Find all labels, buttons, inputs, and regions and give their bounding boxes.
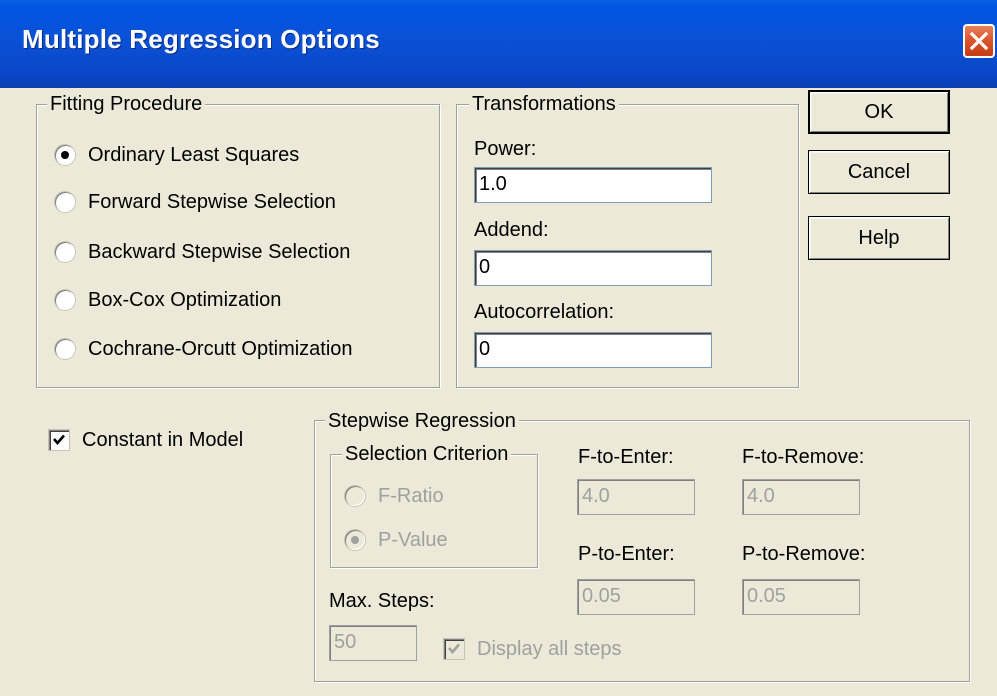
power-input[interactable]: 1.0 — [474, 167, 712, 203]
radio-ordinary-least-squares[interactable]: Ordinary Least Squares — [55, 140, 299, 170]
radio-button-icon — [55, 192, 75, 212]
radio-backward-stepwise[interactable]: Backward Stepwise Selection — [55, 237, 350, 267]
max-steps-input[interactable]: 50 — [329, 625, 417, 661]
f-to-remove-label: F-to-Remove: — [742, 446, 865, 468]
radio-cochrane-orcutt[interactable]: Cochrane-Orcutt Optimization — [55, 334, 353, 364]
addend-input[interactable]: 0 — [474, 250, 712, 286]
display-all-steps-checkbox[interactable]: Display all steps — [444, 635, 622, 663]
cancel-button[interactable]: Cancel — [808, 150, 950, 194]
autocorrelation-input[interactable]: 0 — [474, 332, 712, 368]
checkbox-icon — [444, 639, 464, 659]
ok-button[interactable]: OK — [808, 90, 950, 134]
checkmark-icon — [53, 434, 65, 445]
checkmark-icon — [448, 643, 460, 654]
radio-button-icon — [55, 339, 75, 359]
help-button[interactable]: Help — [808, 216, 950, 260]
radio-button-icon — [55, 290, 75, 310]
radio-f-ratio[interactable]: F-Ratio — [345, 481, 444, 511]
transformations-legend: Transformations — [469, 93, 619, 115]
stepwise-regression-legend: Stepwise Regression — [325, 410, 519, 432]
radio-button-icon — [55, 242, 75, 262]
radio-button-icon — [55, 145, 75, 165]
selection-criterion-legend: Selection Criterion — [342, 443, 512, 465]
p-to-enter-label: P-to-Enter: — [578, 543, 675, 565]
power-label: Power: — [474, 138, 537, 160]
radio-p-value[interactable]: P-Value — [345, 525, 448, 555]
fitting-procedure-legend: Fitting Procedure — [47, 93, 206, 115]
close-icon — [969, 31, 989, 51]
title-bar: Multiple Regression Options — [0, 0, 997, 88]
radio-button-icon — [345, 530, 365, 550]
addend-label: Addend: — [474, 219, 549, 241]
constant-in-model-checkbox[interactable]: Constant in Model — [49, 426, 243, 454]
p-to-remove-input[interactable]: 0.05 — [742, 579, 860, 615]
window-title: Multiple Regression Options — [22, 24, 380, 54]
autocorrelation-label: Autocorrelation: — [474, 301, 615, 323]
close-button[interactable] — [963, 24, 995, 58]
dialog-body: Fitting Procedure Ordinary Least Squares… — [0, 88, 997, 696]
p-to-enter-input[interactable]: 0.05 — [577, 579, 695, 615]
f-to-enter-label: F-to-Enter: — [578, 446, 674, 468]
f-to-enter-input[interactable]: 4.0 — [577, 479, 695, 515]
checkbox-icon — [49, 430, 69, 450]
radio-forward-stepwise[interactable]: Forward Stepwise Selection — [55, 187, 336, 217]
radio-button-icon — [345, 486, 365, 506]
radio-box-cox[interactable]: Box-Cox Optimization — [55, 285, 281, 315]
max-steps-label: Max. Steps: — [329, 590, 435, 612]
f-to-remove-input[interactable]: 4.0 — [742, 479, 860, 515]
p-to-remove-label: P-to-Remove: — [742, 543, 866, 565]
